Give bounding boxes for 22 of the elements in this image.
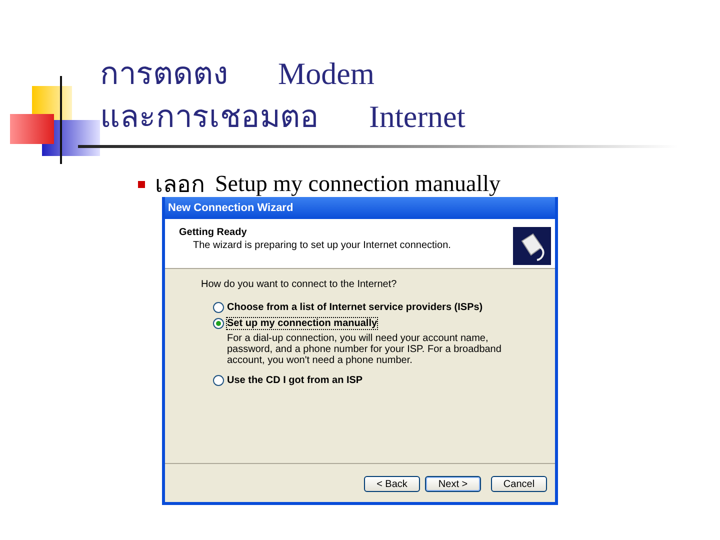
radio-button[interactable]	[213, 375, 224, 386]
option-label[interactable]: Choose from a list of Internet service providers (ISPs)	[227, 302, 483, 313]
wizard-heading: Getting Ready	[179, 227, 248, 238]
bullet-text: Setup my connection manually	[215, 171, 501, 197]
slide-title: Modem	[278, 55, 374, 93]
next-button[interactable]: Next >	[425, 476, 481, 492]
option-label[interactable]: Set up my connection manually	[227, 318, 378, 329]
wizard-subheading: The wizard is preparing to set up your Internet connection.	[193, 240, 451, 251]
bullet-icon	[138, 180, 145, 188]
question-text: How do you want to connect to the Internet?	[201, 279, 398, 290]
radio-button[interactable]	[213, 302, 224, 313]
option-label[interactable]: Use the CD I got from an ISP	[227, 375, 363, 386]
slide-title: และการเชอมตอ	[100, 98, 319, 136]
phone-icon	[513, 227, 551, 265]
radio-button[interactable]	[213, 318, 224, 329]
bullet-text: เลอก	[155, 171, 205, 199]
slide-title: การตดตง	[100, 55, 228, 93]
back-button[interactable]: < Back	[364, 476, 420, 492]
cancel-button[interactable]: Cancel	[491, 476, 547, 492]
slide-title: Internet	[369, 98, 466, 136]
option-description: For a dial-up connection, you will need your account name, password, and a phone number for your ISP. For a broadband account, you won't need a phone number.	[227, 333, 502, 366]
window-title: New Connection Wizard	[168, 202, 294, 214]
